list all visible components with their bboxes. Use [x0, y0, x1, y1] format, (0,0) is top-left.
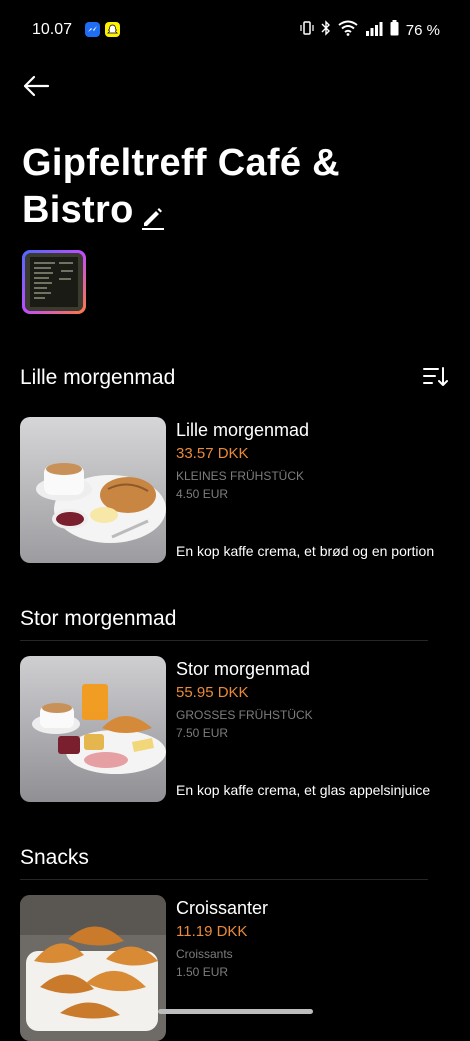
menu-item-card[interactable]: Croissanter 11.19 DKK Croissants 1.50 EU… — [20, 895, 450, 1041]
menu-item-card[interactable]: Stor morgenmad 55.95 DKK GROSSES FRÜHSTÜ… — [20, 656, 450, 802]
battery-icon — [390, 20, 399, 40]
menu-item-original-name: KLEINES FRÜHSTÜCK — [176, 469, 305, 483]
menu-item-price: 11.19 DKK — [176, 923, 248, 940]
menu-item-name: Lille morgenmad — [176, 420, 310, 440]
menu-item-price: 55.95 DKK — [176, 684, 249, 701]
back-button[interactable] — [20, 70, 52, 102]
menu-item-price: 33.57 DKK — [176, 445, 249, 462]
gesture-navigation-bar[interactable] — [158, 1009, 313, 1014]
back-arrow-icon — [23, 75, 50, 97]
section-title-stor-morgenmad: Stor morgenmad — [20, 607, 177, 630]
menu-item-name: Stor morgenmad — [176, 659, 311, 679]
battery-level: 76 % — [405, 21, 440, 39]
sort-icon — [423, 367, 448, 386]
menu-item-card[interactable]: Lille morgenmad 33.57 DKK KLEINES FRÜHST… — [20, 417, 450, 563]
status-time: 10.07 — [32, 21, 73, 38]
wifi-icon — [338, 20, 358, 40]
menu-item-name: Croissanter — [176, 898, 269, 918]
section-title-lille-morgenmad: Lille morgenmad — [20, 366, 176, 389]
bluetooth-icon — [321, 20, 331, 40]
edit-pencil-icon[interactable] — [140, 195, 166, 230]
menu-card-thumbnail[interactable] — [22, 250, 86, 314]
menu-item-photo — [20, 895, 166, 1041]
menu-item-photo — [20, 656, 166, 802]
section-divider — [20, 640, 428, 641]
menu-item-description: En kop kaffe crema, et brød og en portio… — [176, 543, 435, 559]
sort-button[interactable] — [422, 364, 448, 390]
menu-item-description: En kop kaffe crema, et glas appelsinjuic… — [176, 782, 431, 798]
page-title: Gipfeltreff Café & Bistro — [22, 142, 340, 231]
status-bar: 10.07 76 % — [0, 0, 470, 60]
menu-item-original-price: 4.50 EUR — [176, 487, 229, 501]
signal-icon — [365, 21, 383, 40]
menu-item-original-price: 1.50 EUR — [176, 965, 229, 979]
section-divider — [20, 879, 428, 880]
menu-item-original-name: GROSSES FRÜHSTÜCK — [176, 708, 313, 722]
menu-item-original-name: Croissants — [176, 947, 233, 961]
snapchat-icon — [105, 22, 120, 37]
menu-item-original-price: 7.50 EUR — [176, 726, 229, 740]
menu-item-photo — [20, 417, 166, 563]
section-title-snacks: Snacks — [20, 846, 89, 869]
menu-card-image — [25, 253, 83, 311]
vibrate-icon — [300, 20, 314, 40]
status-right: 76 % — [300, 20, 440, 40]
page-title-row: Gipfeltreff Café & Bistro — [22, 140, 442, 234]
messenger-icon — [85, 22, 100, 37]
